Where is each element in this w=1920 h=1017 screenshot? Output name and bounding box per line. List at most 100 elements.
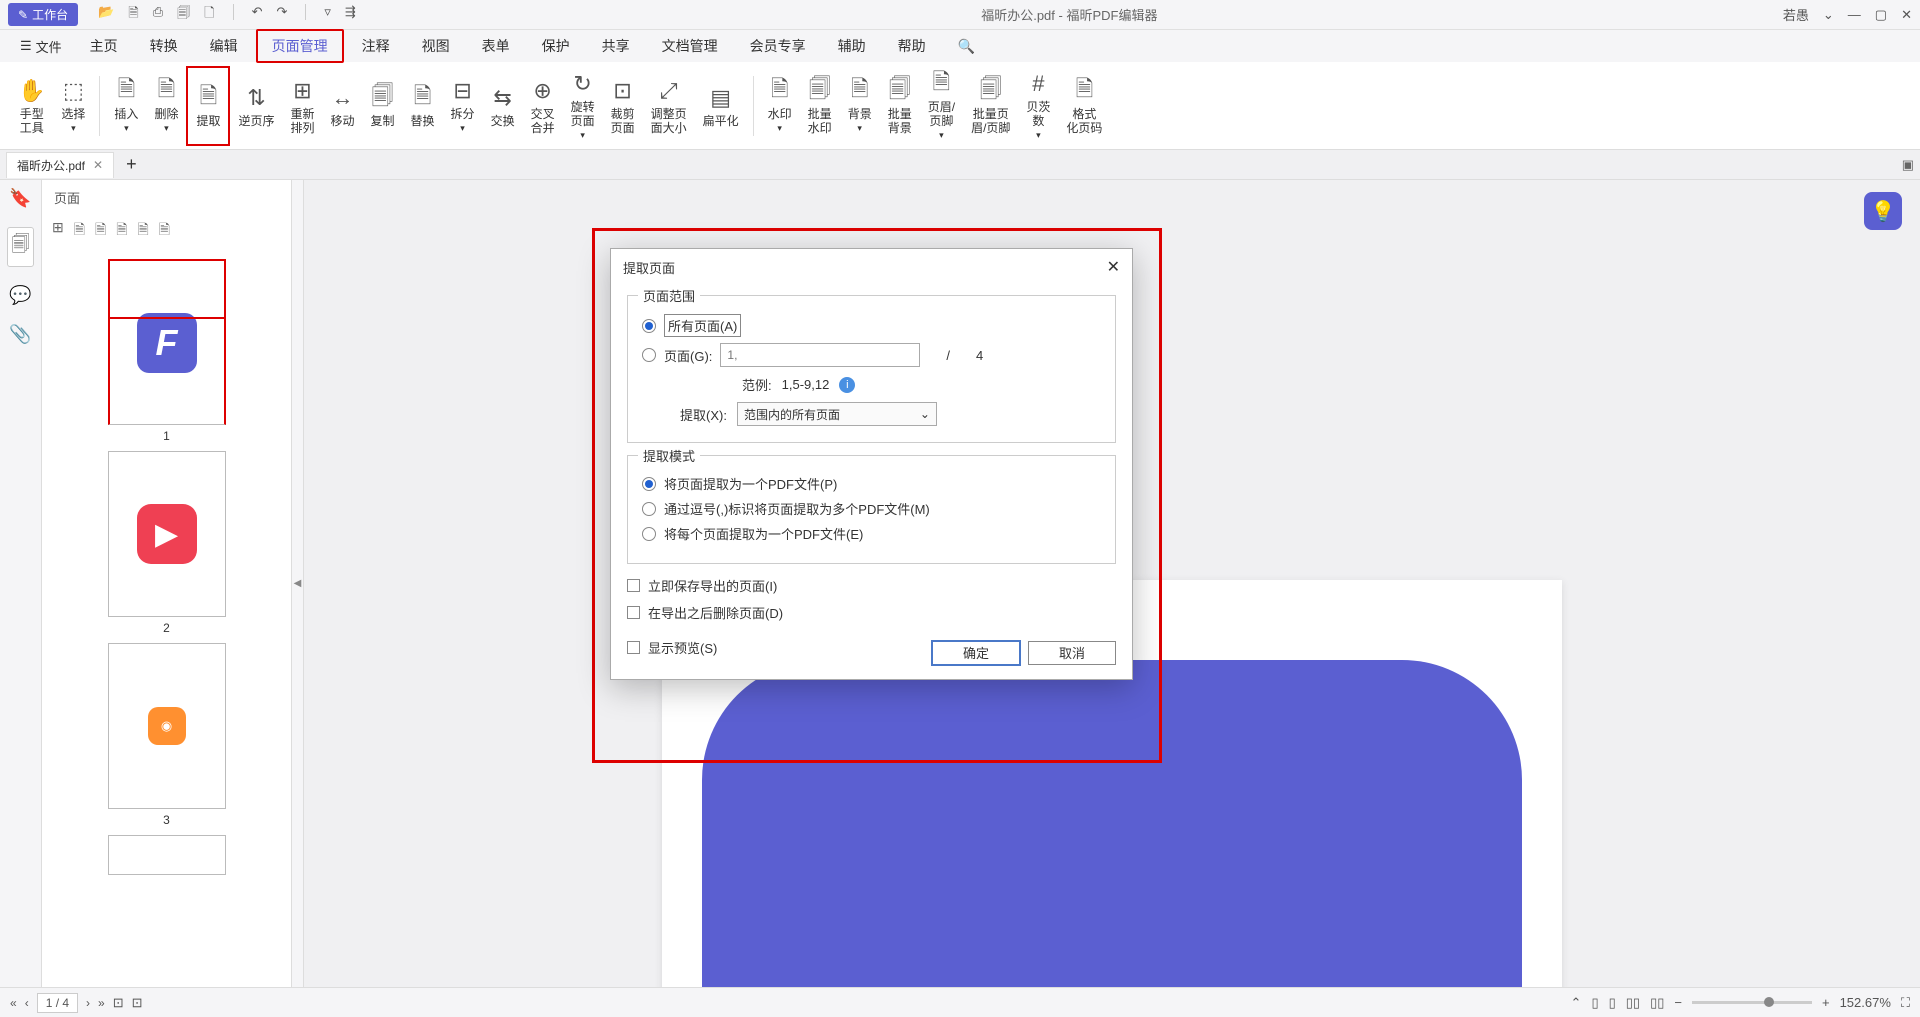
prev-page-icon[interactable]: ‹ (25, 996, 29, 1010)
save-icon[interactable]: 🗎 (128, 4, 138, 26)
tool-icon[interactable]: 🗎 (138, 219, 149, 243)
thumb-item[interactable]: F 1 (108, 259, 226, 443)
format-pagenum-button[interactable]: 🗎格式化页码 (1058, 66, 1110, 146)
radio-mode-comma[interactable] (642, 502, 656, 516)
more-icon[interactable]: ⇶ (345, 4, 356, 26)
menu-comment[interactable]: 注释 (348, 31, 404, 61)
search-icon[interactable]: 🔍 (944, 33, 989, 60)
pages-icon[interactable]: 🗐 (7, 227, 35, 267)
pages-input[interactable] (720, 343, 920, 367)
page-thumb-1[interactable]: F (108, 259, 226, 425)
fullscreen-icon[interactable]: ⛶ (1901, 995, 1910, 1011)
page-thumb-3[interactable]: ◉ (108, 643, 226, 809)
undo-icon[interactable]: ↶ (252, 4, 263, 26)
menu-edit[interactable]: 编辑 (196, 31, 252, 61)
open-icon[interactable]: 📂 (98, 4, 114, 26)
batch-watermark-button[interactable]: 🗐批量水印 (800, 66, 840, 146)
view-facing-icon[interactable]: ▯▯ (1626, 995, 1640, 1011)
resize-button[interactable]: ⤢调整页面大小 (643, 66, 695, 146)
save-now-row[interactable]: 立即保存导出的页面(I) (627, 576, 1116, 595)
menu-doc-management[interactable]: 文档管理 (648, 31, 732, 61)
page-indicator[interactable]: 1 / 4 (37, 993, 78, 1013)
menu-help[interactable]: 帮助 (884, 31, 940, 61)
copy-button[interactable]: 🗐复制 (363, 66, 403, 146)
rearrange-button[interactable]: ⊞重新排列 (282, 66, 322, 146)
hand-tool[interactable]: ✋手型工具 (10, 66, 53, 146)
close-icon[interactable]: ✕ (1901, 7, 1912, 23)
view-single-icon[interactable]: ▯ (1591, 995, 1598, 1011)
menu-member[interactable]: 会员专享 (736, 31, 820, 61)
minimize-icon[interactable]: — (1848, 7, 1861, 22)
add-tab-button[interactable]: + (126, 154, 137, 175)
panel-toggle-icon[interactable]: ▣ (1902, 157, 1914, 173)
document-tab[interactable]: 福昕办公.pdf ✕ (6, 152, 114, 178)
menu-home[interactable]: 主页 (76, 31, 132, 61)
zoom-in-icon[interactable]: + (1822, 995, 1830, 1010)
close-tab-icon[interactable]: ✕ (93, 158, 103, 172)
watermark-button[interactable]: 🗎水印▾ (760, 66, 800, 146)
split-button[interactable]: ⊟拆分▾ (443, 66, 483, 146)
menu-page-management[interactable]: 页面管理 (256, 29, 344, 63)
user-name[interactable]: 若愚 (1783, 5, 1809, 24)
menu-view[interactable]: 视图 (408, 31, 464, 61)
pages-radio-row[interactable]: 页面(G): / 4 (642, 343, 1101, 367)
first-page-icon[interactable]: « (10, 996, 17, 1010)
collapse-handle[interactable]: ◀ (292, 180, 304, 987)
next-page-icon[interactable]: › (86, 996, 90, 1010)
maximize-icon[interactable]: ▢ (1875, 7, 1887, 23)
swap-button[interactable]: ⇆交换 (483, 66, 523, 146)
nav-icon[interactable]: ⊡ (132, 995, 143, 1011)
batch-background-button[interactable]: 🗐批量背景 (880, 66, 920, 146)
menu-accessibility[interactable]: 辅助 (824, 31, 880, 61)
extract-button[interactable]: 🗎提取 (186, 66, 230, 146)
batch-header-button[interactable]: 🗐批量页眉/页脚 (963, 66, 1018, 146)
attachments-icon[interactable]: 📎 (9, 324, 31, 345)
checkbox-show-preview[interactable] (627, 641, 640, 654)
chevron-down-icon[interactable]: ⌄ (1823, 7, 1834, 23)
bates-button[interactable]: #贝茨数▾ (1018, 66, 1058, 146)
tool-icon[interactable]: 🗎 (95, 219, 106, 243)
mode-comma-row[interactable]: 通过逗号(,)标识将页面提取为多个PDF文件(M) (642, 499, 1101, 518)
tool-icon[interactable]: 🗎 (74, 219, 85, 243)
page-thumb-2[interactable]: ▶ (108, 451, 226, 617)
all-pages-radio-row[interactable]: 所有页面(A) (642, 314, 1101, 337)
file-menu[interactable]: ☰ 文件 (10, 32, 72, 61)
flatten-button[interactable]: ▤扁平化 (695, 66, 747, 146)
new-icon[interactable]: 🗋 (204, 4, 214, 26)
workspace-button[interactable]: ✎ 工作台 (8, 3, 78, 26)
menu-convert[interactable]: 转换 (136, 31, 192, 61)
cross-merge-button[interactable]: ⊕交叉合并 (523, 66, 563, 146)
zoom-slider[interactable] (1692, 1001, 1812, 1004)
mode-each-row[interactable]: 将每个页面提取为一个PDF文件(E) (642, 524, 1101, 543)
zoom-out-icon[interactable]: − (1674, 995, 1682, 1010)
comments-icon[interactable]: 💬 (9, 285, 31, 306)
delete-after-row[interactable]: 在导出之后删除页面(D) (627, 603, 1116, 622)
crop-button[interactable]: ⊡裁剪页面 (603, 66, 643, 146)
hint-bulb-button[interactable]: 💡 (1864, 192, 1902, 230)
thumb-item[interactable]: ◉ 3 (108, 643, 226, 827)
radio-mode-single[interactable] (642, 477, 656, 491)
extract-select[interactable]: 范围内的所有页面 ⌄ (737, 402, 937, 426)
header-footer-button[interactable]: 🗎页眉/页脚▾ (920, 66, 963, 146)
redo-icon[interactable]: ↷ (276, 4, 287, 26)
radio-all-pages[interactable] (642, 319, 656, 333)
export-icon[interactable]: 🗐 (177, 4, 190, 26)
chevron-up-icon[interactable]: ⌃ (1571, 995, 1582, 1011)
ok-button[interactable]: 确定 (932, 641, 1020, 665)
menu-form[interactable]: 表单 (468, 31, 524, 61)
dialog-close-icon[interactable]: ✕ (1107, 257, 1120, 277)
print-icon[interactable]: ⎙ (153, 4, 163, 26)
tool-icon[interactable]: 🗎 (159, 219, 170, 243)
radio-pages[interactable] (642, 348, 656, 362)
page-thumb-4[interactable] (108, 835, 226, 875)
nav-icon[interactable]: ⊡ (113, 995, 124, 1011)
zoom-value[interactable]: 152.67% (1840, 995, 1891, 1010)
move-button[interactable]: ↔移动 (323, 66, 363, 146)
rotate-button[interactable]: ↻旋转页面▾ (563, 66, 603, 146)
view-continuous-icon[interactable]: ▯ (1609, 995, 1616, 1011)
info-icon[interactable]: i (839, 377, 855, 393)
background-button[interactable]: 🗎背景▾ (840, 66, 880, 146)
last-page-icon[interactable]: » (98, 996, 105, 1010)
tool-icon[interactable]: 🗎 (116, 219, 127, 243)
show-preview-row[interactable]: 显示预览(S) (627, 638, 932, 657)
